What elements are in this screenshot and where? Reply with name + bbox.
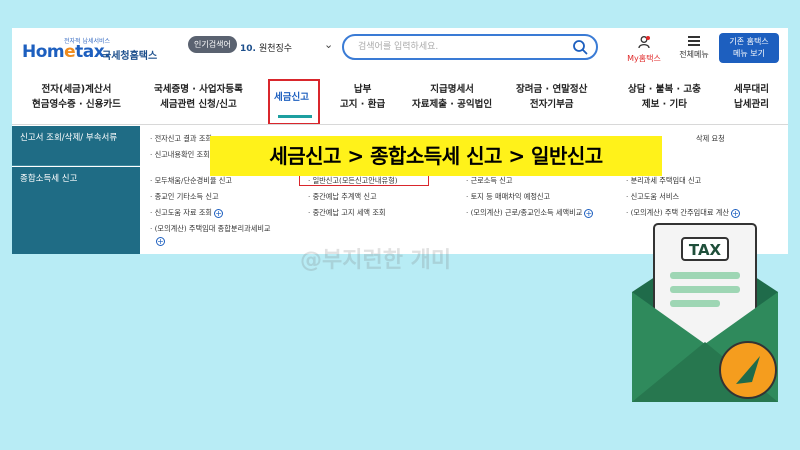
plus-circle-icon[interactable]: + [214, 208, 224, 218]
submenu-link-label: · 신고도움 자료 조회 [150, 208, 213, 217]
classic-button-line1: 기존 홈택스 [729, 37, 769, 46]
chevron-down-icon[interactable]: ⌄ [324, 38, 333, 51]
submenu-category-returns: 신고서 조회/삭제/ 부속서류 [12, 126, 140, 166]
search-icon[interactable] [572, 39, 588, 55]
submenu-link-expand[interactable]: + [154, 236, 165, 246]
all-menu-label: 전체메뉴 [679, 50, 709, 59]
submenu-link[interactable]: · 신고내용확인 조회 [150, 150, 210, 160]
gnb-item-line1: 상담 · 불복 · 고충 [628, 84, 701, 95]
gnb-item-line1: 장려금 · 연말정산 [516, 84, 588, 95]
navigation-path-banner: 세금신고 > 종합소득세 신고 > 일반신고 [210, 136, 662, 176]
gnb-item-e-invoice[interactable]: 전자(세금)계산서 현금영수증 · 신용카드 [32, 82, 121, 112]
gnb-item-incentives[interactable]: 장려금 · 연말정산 전자기부금 [516, 82, 587, 112]
gnb-item-line2: 제보 · 기타 [641, 99, 688, 110]
submenu-category-income-tax: 종합소득세 신고 [12, 167, 140, 254]
gnb-item-line2: 세금관련 신청/신고 [160, 99, 237, 110]
submenu-link[interactable]: · 근로소득 신고 [466, 176, 513, 186]
classic-button-line2: 메뉴 보기 [733, 49, 765, 58]
gnb-item-line1: 지급명세서 [430, 84, 474, 95]
submenu-link-with-plus[interactable]: · 신고도움 자료 조회 + [150, 208, 224, 218]
submenu-link[interactable]: · 신고도움 서비스 [626, 192, 679, 202]
gnb-item-line1: 납부 [353, 84, 372, 95]
gnb-item-line1: 전자(세금)계산서 [41, 84, 112, 95]
gnb-item-consulting[interactable]: 상담 · 불복 · 고충 제보 · 기타 [628, 82, 701, 112]
search-input[interactable] [358, 40, 558, 54]
classic-hometax-button[interactable]: 기존 홈택스 메뉴 보기 [719, 33, 779, 63]
submenu-link-with-plus[interactable]: · (모의계산) 근로/종교인소득 세액비교 + [466, 208, 594, 218]
my-hometax-label: My홈택스 [627, 54, 661, 63]
author-watermark: @부지런한 개미 [300, 248, 452, 273]
submenu-link-label: · (모의계산) 근로/종교인소득 세액비교 [466, 208, 583, 217]
submenu-link[interactable]: · 중간예납 고지 세액 조회 [308, 208, 386, 218]
gnb-item-tax-agent[interactable]: 세무대리 납세관리 [734, 82, 769, 112]
gnb-item-line2: 자료제출 · 공익법인 [412, 99, 493, 110]
submenu-link-general-filing[interactable]: · 일반신고(모든신고안내유형) [308, 176, 398, 186]
main-navigation: 전자(세금)계산서 현금영수증 · 신용카드 국세증명 · 사업자등록 세금관련… [12, 76, 788, 125]
gnb-item-line1: 세무대리 [734, 84, 769, 95]
submenu-link[interactable]: · 중간예납 추계액 신고 [308, 192, 377, 202]
gnb-item-line2: 현금영수증 · 신용카드 [32, 99, 121, 110]
plus-circle-icon[interactable]: + [156, 236, 165, 246]
gnb-item-payment[interactable]: 납부 고지 · 환급 [340, 82, 385, 112]
gnb-item-line2: 전자기부금 [529, 99, 574, 110]
logo-korean-name: 국세청홈택스 [102, 51, 158, 62]
submenu-link[interactable]: · (모의계산) 주택임대 종합분리과세비교 [150, 224, 271, 234]
submenu-link[interactable]: · 전자신고 결과 조회 [150, 134, 212, 144]
submenu-link[interactable]: 삭제 요청 [696, 134, 725, 144]
tax-envelope-icon: TAX [632, 223, 778, 402]
logo-wordmark: Hometax. [22, 42, 111, 62]
divider [12, 124, 788, 125]
hamburger-icon [688, 36, 700, 46]
gnb-item-line1: 국세증명 · 사업자등록 [154, 84, 243, 95]
plus-circle-icon[interactable]: + [584, 208, 594, 218]
my-hometax-button[interactable]: My홈택스 [622, 34, 666, 64]
tax-label: TAX [689, 241, 722, 259]
submenu-link[interactable]: · 토지 등 매매차익 예정신고 [466, 192, 550, 202]
submenu-link[interactable]: · 종교인 기타소득 신고 [150, 192, 219, 202]
gnb-item-line2: 납세관리 [734, 99, 769, 110]
hometax-logo[interactable]: 전자적 납세서비스 Hometax. 국세청홈택스 [22, 36, 172, 70]
gnb-item-line2: 고지 · 환급 [340, 99, 386, 110]
all-menu-button[interactable]: 전체메뉴 [674, 34, 714, 60]
submenu-link[interactable]: · 분리과세 주택임대 신고 [626, 176, 701, 186]
popular-search-badge: 인기검색어 [188, 36, 237, 53]
submenu-link[interactable]: · 모두채움/단순경비율 신고 [150, 176, 232, 186]
gnb-item-payment-statement[interactable]: 지급명세서 자료제출 · 공익법인 [412, 82, 492, 112]
popular-search-term[interactable]: 10. 원천징수 [240, 41, 292, 54]
search-box [342, 34, 598, 60]
gnb-item-certificates[interactable]: 국세증명 · 사업자등록 세금관련 신청/신고 [154, 82, 243, 112]
tax-filing-highlight-box [268, 79, 320, 125]
user-icon [638, 36, 650, 49]
